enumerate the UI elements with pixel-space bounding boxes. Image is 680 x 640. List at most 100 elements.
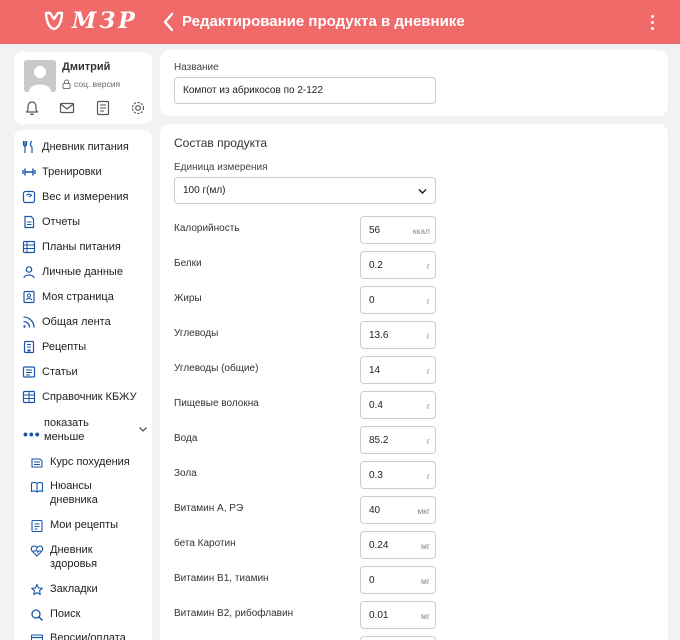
show-less-label: показать меньше bbox=[44, 417, 89, 443]
nutrient-row-ash: Зола 0.3 г bbox=[174, 461, 436, 489]
nutrient-value: 0.24 bbox=[369, 540, 389, 551]
profile-actions bbox=[24, 100, 146, 116]
person-icon bbox=[23, 266, 35, 279]
scale-icon bbox=[22, 190, 36, 204]
nutrient-input[interactable]: 14 г bbox=[360, 356, 436, 384]
composition-card: Состав продукта Единица измерения 100 г(… bbox=[160, 124, 668, 640]
articles-icon bbox=[22, 366, 36, 378]
sidebar-item-my-recipes[interactable]: Мои рецепты bbox=[22, 518, 150, 533]
user-silhouette-icon bbox=[24, 60, 56, 92]
nutrient-label: Витамин А, РЭ bbox=[174, 503, 244, 514]
nutrient-row-fiber: Пищевые волокна 0.4 г bbox=[174, 391, 436, 419]
bell-icon[interactable] bbox=[24, 100, 40, 116]
sidebar-item-label: Дневник питания bbox=[42, 141, 129, 153]
mail-icon[interactable] bbox=[59, 100, 75, 116]
chevron-down-icon bbox=[139, 427, 147, 432]
nutrient-input[interactable]: 56 ккал bbox=[360, 216, 436, 244]
sidebar-item-payment[interactable]: Версии/оплата bbox=[22, 631, 150, 640]
nutrient-unit: г bbox=[426, 261, 430, 271]
sidebar-item-weight[interactable]: Вес и измерения bbox=[14, 186, 152, 208]
nutrient-value: 0 bbox=[369, 295, 375, 306]
nutrient-input[interactable]: 13.6 г bbox=[360, 321, 436, 349]
sidebar-item-search[interactable]: Поиск bbox=[22, 607, 150, 622]
sidebar-item-food-diary[interactable]: Дневник питания bbox=[14, 136, 152, 158]
nutrient-value: 13.6 bbox=[369, 330, 389, 341]
unit-select[interactable]: 100 г(мл) bbox=[174, 177, 436, 204]
notes-icon[interactable] bbox=[95, 100, 111, 116]
sidebar-item-label: Поиск bbox=[50, 608, 81, 620]
sidebar-item-reports[interactable]: Отчеты bbox=[14, 211, 152, 233]
settings-gear-icon[interactable] bbox=[130, 100, 146, 116]
sidebar-item-recipes[interactable]: Рецепты bbox=[14, 336, 152, 358]
sidebar-item-label: Общая лента bbox=[42, 316, 111, 328]
sidebar-item-label: Моя страница bbox=[42, 291, 114, 303]
sidebar-item-label: Дневник здоровья bbox=[50, 544, 98, 570]
nutrient-input[interactable]: 85.2 г bbox=[360, 426, 436, 454]
page-icon bbox=[23, 290, 35, 304]
nutrient-label: Жиры bbox=[174, 293, 202, 304]
nutrient-input[interactable]: 0.24 мг bbox=[360, 531, 436, 559]
chevron-down-icon bbox=[418, 188, 427, 195]
unit-field-label: Единица измерения bbox=[174, 162, 268, 173]
page-title: Редактирование продукта в дневнике bbox=[182, 13, 465, 30]
sidebar-item-feed[interactable]: Общая лента bbox=[14, 311, 152, 333]
sidebar-nav: Дневник питания Тренировки Вес и измерен… bbox=[14, 130, 152, 640]
my-recipes-icon bbox=[31, 519, 43, 533]
nutrient-unit: мкг bbox=[417, 506, 430, 516]
sidebar-item-reference[interactable]: Справочник КБЖУ bbox=[14, 386, 152, 408]
star-icon bbox=[31, 583, 43, 596]
nutrient-input[interactable]: 0.3 г bbox=[360, 461, 436, 489]
sidebar-item-label: Тренировки bbox=[42, 166, 102, 178]
show-less-toggle[interactable]: ••• показать меньше bbox=[22, 416, 150, 446]
nutrient-value: 0.2 bbox=[369, 260, 383, 271]
nutrient-label: Белки bbox=[174, 258, 202, 269]
sidebar-item-label: Личные данные bbox=[42, 266, 123, 278]
sidebar-item-health-diary[interactable]: Дневник здоровья bbox=[22, 543, 150, 571]
nutrient-input[interactable]: 40 мкг bbox=[360, 496, 436, 524]
app-logo[interactable]: МЗР bbox=[42, 8, 138, 34]
nutrient-unit: г bbox=[426, 296, 430, 306]
nutrient-input[interactable]: 0 мг bbox=[360, 566, 436, 594]
user-name[interactable]: Дмитрий bbox=[62, 61, 110, 73]
nutrient-value: 0.01 bbox=[369, 610, 389, 621]
sidebar-item-my-page[interactable]: Моя страница bbox=[14, 286, 152, 308]
sidebar-item-meal-plans[interactable]: Планы питания bbox=[14, 236, 152, 258]
nutrient-input[interactable]: 0г bbox=[360, 286, 436, 314]
sidebar-item-label: Закладки bbox=[50, 583, 98, 595]
sidebar-item-label: Мои рецепты bbox=[50, 519, 119, 531]
nutrient-input[interactable]: 0.2 г bbox=[360, 251, 436, 279]
sidebar-item-bookmarks[interactable]: Закладки bbox=[22, 582, 150, 597]
nutrient-input[interactable]: 0.01 мг bbox=[360, 601, 436, 629]
sidebar-item-label: Вес и измерения bbox=[42, 191, 129, 203]
feed-icon bbox=[23, 316, 35, 328]
sidebar-item-diary-nuances[interactable]: Нюансы дневника bbox=[22, 479, 150, 507]
sidebar-item-course[interactable]: Курс похудения bbox=[22, 455, 150, 470]
recipes-icon bbox=[23, 340, 35, 354]
nutrient-value: 0.3 bbox=[369, 470, 383, 481]
product-name-card: Название Компот из абрикосов по 2-122 bbox=[160, 50, 668, 116]
back-arrow-icon[interactable] bbox=[160, 11, 178, 33]
composition-title: Состав продукта bbox=[174, 136, 268, 150]
more-menu-icon[interactable] bbox=[644, 10, 660, 34]
nutrient-label: Витамин В1, тиамин bbox=[174, 573, 269, 584]
nutrient-label: Пищевые волокна bbox=[174, 398, 259, 409]
nutrient-unit: мг bbox=[421, 576, 430, 586]
nutrient-input[interactable] bbox=[360, 636, 436, 640]
avatar[interactable] bbox=[24, 60, 56, 92]
course-icon bbox=[31, 458, 43, 468]
nutrient-value: 56 bbox=[369, 225, 381, 236]
nutrient-unit: г bbox=[426, 366, 430, 376]
nutrient-value: 40 bbox=[369, 505, 381, 516]
nutrient-unit: мг bbox=[421, 541, 430, 551]
nutrient-input[interactable]: 0.4 г bbox=[360, 391, 436, 419]
nutrient-value: 14 bbox=[369, 365, 381, 376]
sidebar-item-personal-data[interactable]: Личные данные bbox=[14, 261, 152, 283]
nutrient-value: 85.2 bbox=[369, 435, 389, 446]
nutrient-row-fat: Жиры 0г bbox=[174, 286, 436, 314]
version-badge[interactable]: соц. версия bbox=[62, 79, 120, 89]
nutrient-row-calories: Калорийность 56 ккал bbox=[174, 216, 436, 244]
sidebar-item-articles[interactable]: Статьи bbox=[14, 361, 152, 383]
product-name-input[interactable]: Компот из абрикосов по 2-122 bbox=[174, 77, 436, 104]
nutrient-unit: г bbox=[426, 436, 430, 446]
sidebar-item-workouts[interactable]: Тренировки bbox=[14, 161, 152, 183]
